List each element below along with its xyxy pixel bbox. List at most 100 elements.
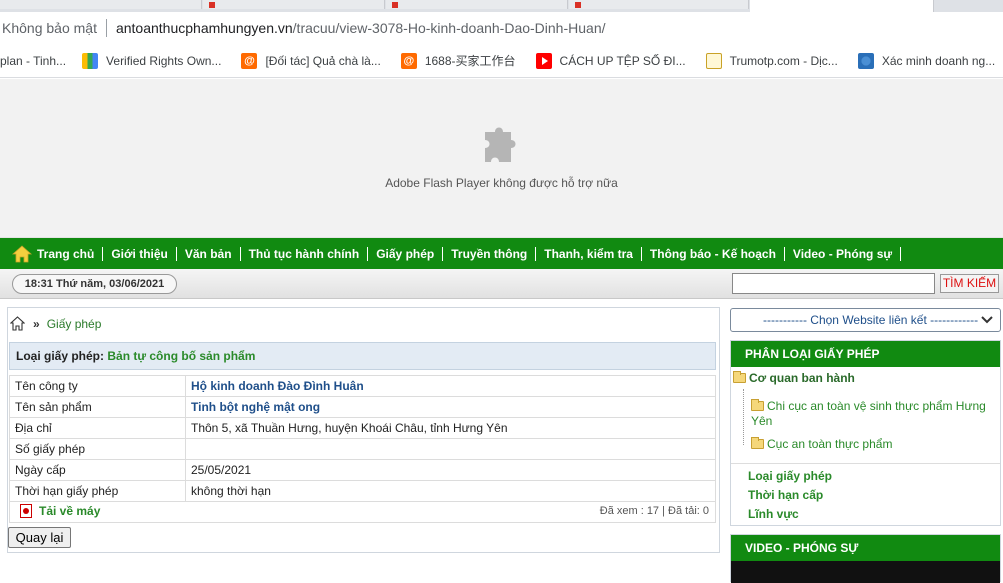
nav-label: Trang chủ	[37, 246, 95, 261]
tree-item-food-safety-department[interactable]: Cục an toàn thực phẩm	[751, 437, 991, 452]
tab-favicon-icon	[209, 2, 215, 8]
flash-unsupported-message: Adobe Flash Player không được hỗ trợ nữa	[385, 176, 618, 190]
search-input[interactable]	[732, 273, 935, 294]
validity-value: không thời hạn	[185, 480, 716, 502]
nav-item-procedures[interactable]: Thủ tục hành chính	[241, 247, 368, 261]
bookmark-label: CÁCH UP TỆP SỐ ĐI...	[559, 53, 686, 68]
nav-item-about[interactable]: Giới thiệu	[103, 247, 176, 261]
license-category-box: PHÂN LOẠI GIẤY PHÉP Cơ quan ban hành Chi…	[730, 340, 1001, 526]
nav-item-licenses[interactable]: Giấy phép	[368, 247, 442, 261]
alibaba-icon: @	[400, 52, 417, 69]
issue-date-value: 25/05/2021	[185, 459, 716, 481]
nav-divider	[900, 246, 902, 261]
tree-child-label: Chi cục an toàn vệ sinh thực phẩm Hưng Y…	[751, 399, 986, 428]
field-label: Số giấy phép	[9, 438, 186, 460]
sidebar-link-validity[interactable]: Thời hạn cấp	[748, 488, 823, 502]
bookmark-item[interactable]: @ [Đối tác] Quả chà là...	[241, 52, 381, 69]
table-row: Thời hạn giấy phép không thời hạn	[9, 480, 716, 502]
browser-tab-active[interactable]	[750, 0, 934, 12]
browser-tab-strip	[0, 0, 1003, 12]
bookmark-item[interactable]: CÁCH UP TỆP SỐ ĐI...	[535, 52, 686, 69]
website-select-value: ----------- Chọn Website liên kết ------…	[763, 313, 979, 327]
url-path[interactable]: /tracuu/view-3078-Ho-kinh-doanh-Dao-Dinh…	[293, 20, 606, 36]
security-label[interactable]: Không bảo mật	[2, 20, 97, 36]
document-icon	[705, 52, 722, 69]
chevron-down-icon	[981, 316, 993, 324]
video-heading: VIDEO - PHÓNG SỰ	[731, 535, 1000, 561]
license-type-value: Bản tự công bố sản phẩm	[107, 349, 256, 363]
company-name-value: Hộ kinh doanh Đào Đình Huân	[185, 375, 716, 397]
home-icon[interactable]	[10, 316, 25, 331]
browser-tab[interactable]	[386, 0, 568, 9]
nav-item-inspection[interactable]: Thanh, kiểm tra	[536, 247, 641, 261]
pdf-icon	[20, 504, 32, 518]
view-download-stats: Đã xem : 17 | Đã tải: 0	[599, 505, 709, 517]
tab-favicon-icon	[575, 2, 581, 8]
folder-open-icon	[751, 399, 764, 411]
bookmarks-bar: plan - Tinh... Verified Rights Own... @ […	[0, 44, 1003, 78]
website-link-select[interactable]: ----------- Chọn Website liên kết ------…	[730, 308, 1001, 332]
field-label: Thời hạn giấy phép	[9, 480, 186, 502]
table-row: Địa chỉ Thôn 5, xã Thuần Hưng, huyện Kho…	[9, 417, 716, 439]
breadcrumb-current[interactable]: Giấy phép	[47, 317, 102, 331]
search-button[interactable]: TÌM KIẾM	[940, 274, 999, 293]
browser-tab[interactable]	[569, 0, 749, 9]
alibaba-icon: @	[241, 52, 258, 69]
sidebar-link-field[interactable]: Lĩnh vực	[748, 507, 799, 521]
nav-item-media[interactable]: Truyền thông	[443, 247, 535, 261]
license-number-value	[185, 438, 716, 460]
bookmark-item[interactable]: Xác minh doanh ng...	[857, 52, 996, 69]
license-type-label: Loại giấy phép:	[16, 349, 105, 363]
video-box: VIDEO - PHÓNG SỰ	[730, 534, 1001, 583]
video-thumbnail[interactable]	[731, 561, 1000, 583]
download-row: Tải về máy Đã xem : 17 | Đã tải: 0	[9, 501, 716, 523]
bookmark-label: Xác minh doanh ng...	[881, 53, 996, 68]
bookmark-label: Trumotp.com - Dịc...	[729, 53, 838, 68]
bookmark-label: Verified Rights Own...	[106, 53, 222, 68]
bookmark-item[interactable]: plan - Tinh...	[0, 54, 66, 68]
table-row: Tên sản phẩm Tinh bột nghệ mật ong	[9, 396, 716, 418]
url-host[interactable]: antoanthucphamhungyen.vn	[116, 20, 293, 36]
nav-item-announcements[interactable]: Thông báo - Kế hoạch	[642, 247, 784, 261]
nav-item-video[interactable]: Video - Phóng sự	[785, 247, 900, 261]
globe-icon	[857, 52, 874, 69]
address-bar[interactable]: Không bảo mật antoanthucphamhungyen.vn/t…	[0, 12, 1003, 44]
table-row: Tên công ty Hộ kinh doanh Đào Đình Huân	[9, 375, 716, 397]
tree-connector	[743, 389, 744, 445]
sidebar-link-license-type[interactable]: Loại giấy phép	[748, 469, 832, 483]
tab-favicon-icon	[392, 2, 398, 8]
tree-item-issuing-authority[interactable]: Cơ quan ban hành	[733, 371, 855, 385]
license-category-heading: PHÂN LOẠI GIẤY PHÉP	[731, 341, 1000, 367]
youtube-icon	[535, 52, 552, 69]
bookmark-item[interactable]: Verified Rights Own...	[82, 52, 222, 69]
browser-tab[interactable]	[0, 0, 202, 9]
nav-item-documents[interactable]: Văn bản	[177, 247, 240, 261]
puzzle-plugin-icon	[485, 127, 516, 162]
bookmark-label: plan - Tinh...	[0, 53, 67, 68]
bookmark-item[interactable]: Trumotp.com - Dịc...	[705, 52, 838, 69]
product-name-value: Tinh bột nghệ mật ong	[185, 396, 716, 418]
folder-open-icon	[751, 437, 764, 449]
download-link[interactable]: Tải về máy	[20, 504, 100, 518]
breadcrumb-separator: »	[33, 316, 40, 331]
tree-root-label: Cơ quan ban hành	[749, 371, 855, 385]
table-row: Số giấy phép	[9, 438, 716, 460]
table-row: Ngày cấp 25/05/2021	[9, 459, 716, 481]
back-button[interactable]: Quay lại	[8, 527, 71, 548]
bookmark-item[interactable]: @1688-买家工作台	[400, 52, 516, 69]
nav-item-home[interactable]: Trang chủ	[12, 244, 102, 263]
current-datetime: 18:31 Thứ năm, 03/06/2021	[12, 274, 177, 294]
main-nav: Trang chủ Giới thiệu Văn bản Thủ tục hàn…	[0, 238, 1003, 269]
tree-child-label: Cục an toàn thực phẩm	[767, 437, 893, 451]
field-label: Ngày cấp	[9, 459, 186, 481]
utility-strip: 18:31 Thứ năm, 03/06/2021 TÌM KIẾM	[0, 269, 1003, 299]
bookmark-label: [Đối tác] Quả chà là...	[265, 53, 381, 68]
download-label: Tải về máy	[39, 504, 101, 518]
sidebar-divider	[731, 463, 1000, 464]
browser-tab[interactable]	[203, 0, 385, 9]
tree-item-provincial-food-safety[interactable]: Chi cục an toàn vệ sinh thực phẩm Hưng Y…	[751, 399, 991, 429]
address-divider	[105, 19, 107, 37]
license-info-table: Tên công ty Hộ kinh doanh Đào Đình Huân …	[9, 375, 716, 502]
breadcrumb: » Giấy phép	[10, 316, 101, 331]
field-label: Tên công ty	[9, 375, 186, 397]
